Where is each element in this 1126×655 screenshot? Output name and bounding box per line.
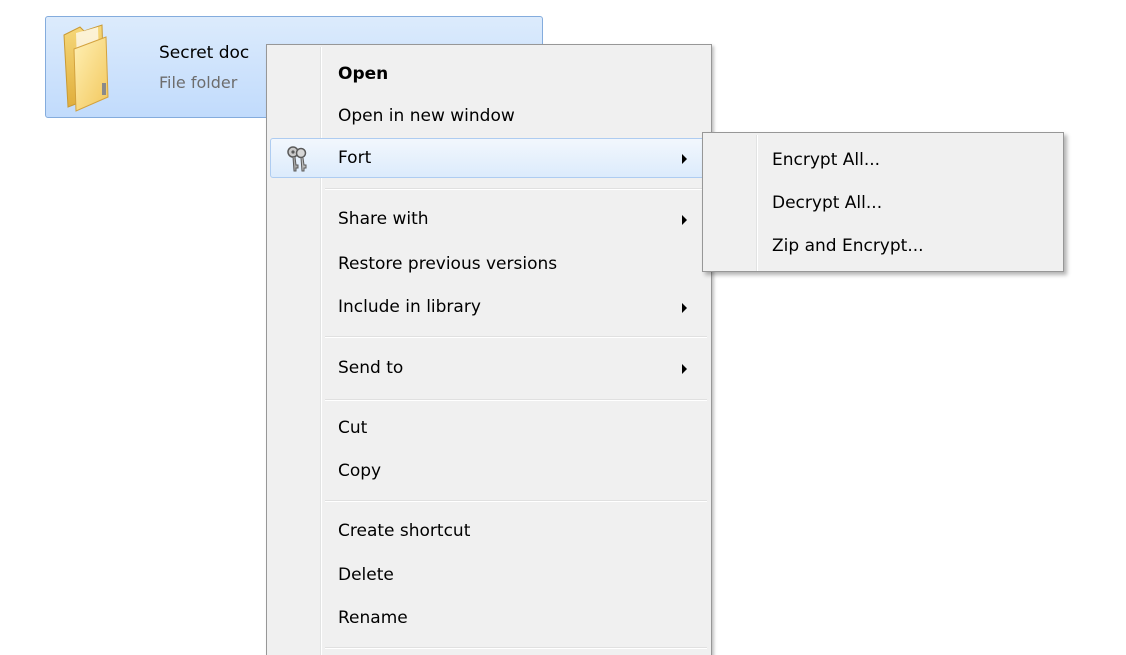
menu-item-label: Fort <box>338 148 372 168</box>
submenu-arrow-icon <box>682 303 687 313</box>
menu-separator <box>325 647 707 649</box>
menu-item-label: Delete <box>338 565 394 585</box>
menu-item-restore-previous-versions[interactable]: Restore previous versions <box>270 244 708 284</box>
menu-separator <box>325 336 707 338</box>
menu-item-create-shortcut[interactable]: Create shortcut <box>270 511 708 551</box>
folder-name: Secret doc <box>159 43 250 63</box>
menu-item-delete[interactable]: Delete <box>270 555 708 595</box>
menu-item-label: Rename <box>338 608 408 628</box>
submenu-arrow-icon <box>682 215 687 225</box>
submenu-arrow-icon <box>682 364 687 374</box>
menu-item-label: Include in library <box>338 297 481 317</box>
menu-item-send-to[interactable]: Send to <box>270 348 708 388</box>
menu-item-cut[interactable]: Cut <box>270 408 708 448</box>
menu-item-label: Cut <box>338 418 368 438</box>
explorer-view: Secret doc File folder Open Open in new … <box>0 0 1126 655</box>
menu-item-label: Restore previous versions <box>338 254 558 274</box>
menu-item-label: Send to <box>338 358 404 378</box>
menu-item-share-with[interactable]: Share with <box>270 199 708 239</box>
menu-separator <box>325 399 707 401</box>
submenu-item-label: Decrypt All... <box>772 193 883 213</box>
menu-item-label: Create shortcut <box>338 521 471 541</box>
menu-item-label: Copy <box>338 461 382 481</box>
fort-submenu: Encrypt All... Decrypt All... Zip and En… <box>702 132 1064 272</box>
menu-item-label: Open in new window <box>338 106 515 126</box>
menu-item-include-in-library[interactable]: Include in library <box>270 287 708 327</box>
submenu-item-label: Encrypt All... <box>772 150 881 170</box>
folder-icon <box>63 24 109 112</box>
submenu-item-zip-and-encrypt[interactable]: Zip and Encrypt... <box>706 226 1060 266</box>
menu-item-rename[interactable]: Rename <box>270 598 708 638</box>
context-menu: Open Open in new window Fort Share with … <box>266 44 712 655</box>
menu-item-open[interactable]: Open <box>270 54 708 94</box>
menu-item-label: Open <box>338 64 389 84</box>
submenu-item-decrypt-all[interactable]: Decrypt All... <box>706 183 1060 223</box>
keys-icon <box>287 146 307 172</box>
submenu-item-label: Zip and Encrypt... <box>772 236 924 256</box>
menu-item-copy[interactable]: Copy <box>270 451 708 491</box>
menu-item-open-in-new-window[interactable]: Open in new window <box>270 96 708 136</box>
submenu-arrow-icon <box>682 154 687 164</box>
folder-type: File folder <box>159 73 238 92</box>
menu-item-fort[interactable]: Fort <box>270 138 708 178</box>
menu-separator <box>325 500 707 502</box>
submenu-item-encrypt-all[interactable]: Encrypt All... <box>706 140 1060 180</box>
menu-item-label: Share with <box>338 209 429 229</box>
menu-separator <box>325 188 707 190</box>
